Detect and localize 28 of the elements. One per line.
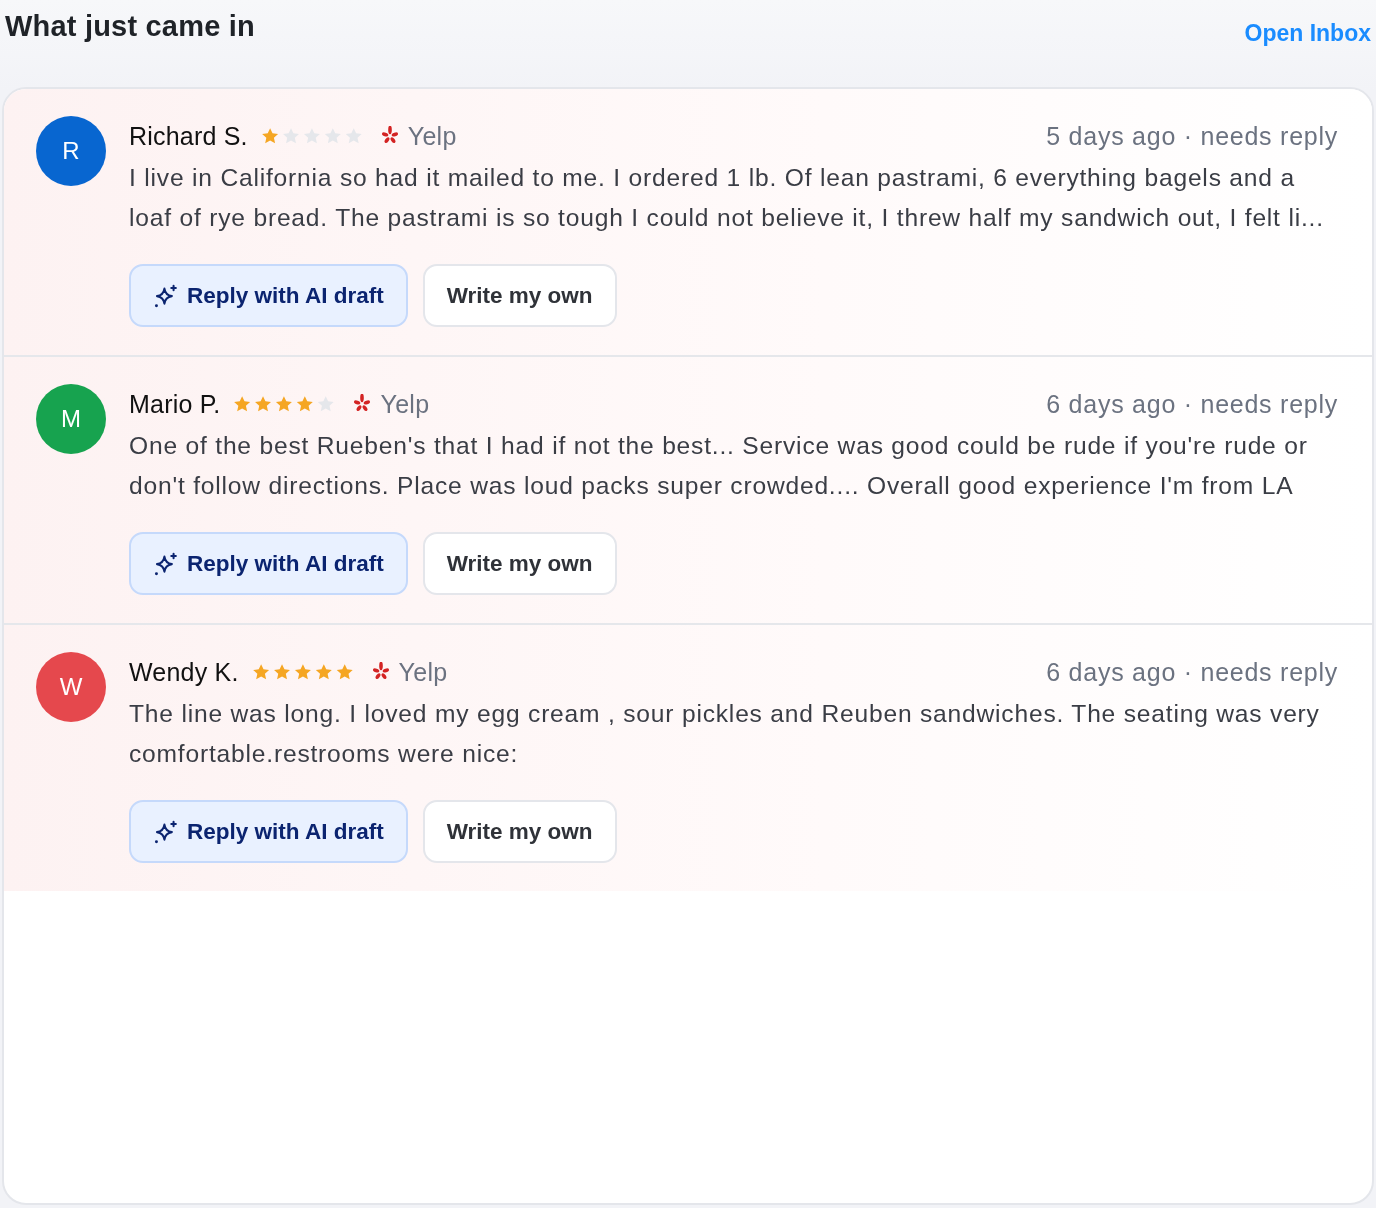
source-name: Yelp [398, 657, 448, 688]
sparkle-icon [153, 819, 177, 844]
reviewer-name: Wendy K. [129, 657, 239, 688]
review-status: 6 days ago · needs reply [1046, 657, 1338, 688]
ai-draft-button[interactable]: Reply with AI draft [129, 532, 408, 595]
review-text: One of the best Rueben's that I had if not the best... Service was good could be rude if you're rude or don't follow directions. Place was loud packs super crowded.... Overall good experience I'm from LA [129, 431, 1309, 501]
avatar-initial: M [61, 405, 81, 433]
ai-draft-button[interactable]: Reply with AI draft [129, 800, 408, 863]
burst-icon [379, 126, 400, 146]
reviewer-name: Mario P. [129, 389, 221, 420]
burst-icon [352, 394, 373, 414]
write-own-button[interactable]: Write my own [422, 532, 617, 595]
sparkle-icon [153, 283, 177, 308]
burst-icon [370, 662, 391, 682]
avatar-initial: W [59, 673, 83, 701]
sparkle-icon [153, 551, 177, 576]
ai-draft-button[interactable]: Reply with AI draft [129, 264, 408, 327]
source-name: Yelp [380, 389, 430, 420]
avatar-initial: R [62, 137, 80, 165]
source-name: Yelp [407, 121, 457, 152]
section-title: What just came in [5, 9, 255, 44]
review-text: The line was long. I loved my egg cream , sour pickles and Reuben sandwiches. The seating was very comfortable.restrooms were nice: [129, 699, 1321, 769]
review-status: 6 days ago · needs reply [1046, 389, 1338, 420]
reviewer-name: Richard S. [129, 121, 248, 152]
review-status: 5 days ago · needs reply [1046, 121, 1338, 152]
write-own-button[interactable]: Write my own [422, 800, 617, 863]
review-text: I live in California so had it mailed to me. I ordered 1 lb. Of lean pastrami, 6 everything bagels and a loaf of rye bread. The pastrami is so tough I could not believe it, I threw half my sandwich out, I felt li... [129, 163, 1325, 233]
write-own-button[interactable]: Write my own [422, 264, 617, 327]
